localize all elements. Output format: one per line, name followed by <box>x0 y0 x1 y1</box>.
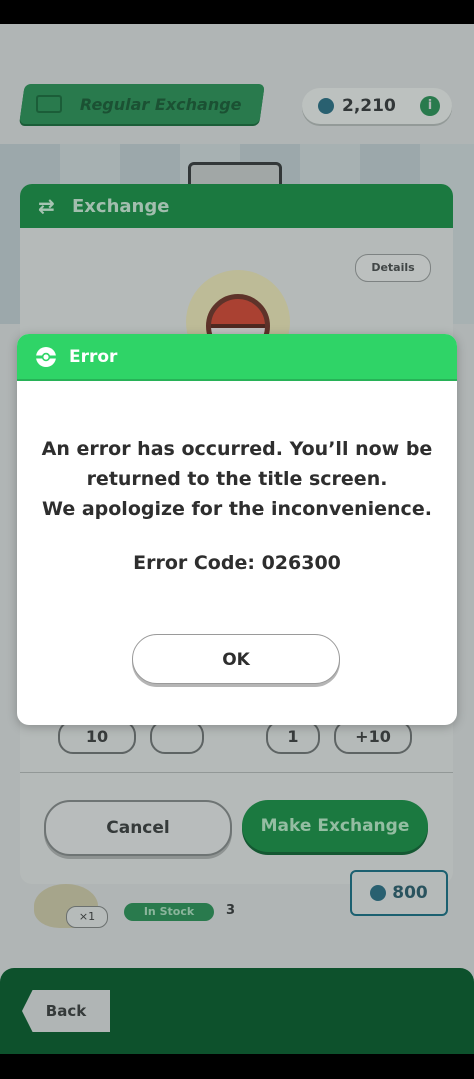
app-screen: Regular Exchange 2,210 i ⇄ Exchange Deta… <box>0 24 474 1054</box>
error-dialog: Error An error has occurred. You’ll now … <box>17 334 457 725</box>
error-dialog-title: Error <box>69 346 118 367</box>
navigation-bar <box>0 1054 474 1079</box>
ok-button[interactable]: OK <box>132 634 340 684</box>
error-message: An error has occurred. You’ll now be ret… <box>17 434 457 524</box>
error-code: Error Code: 026300 <box>133 552 341 574</box>
error-message-line: returned to the title screen. <box>86 468 388 490</box>
error-message-line: An error has occurred. You’ll now be <box>41 438 433 460</box>
error-dialog-header: Error <box>17 334 457 381</box>
pokeball-icon <box>36 346 56 367</box>
error-message-line: We apologize for the inconvenience. <box>42 498 432 520</box>
